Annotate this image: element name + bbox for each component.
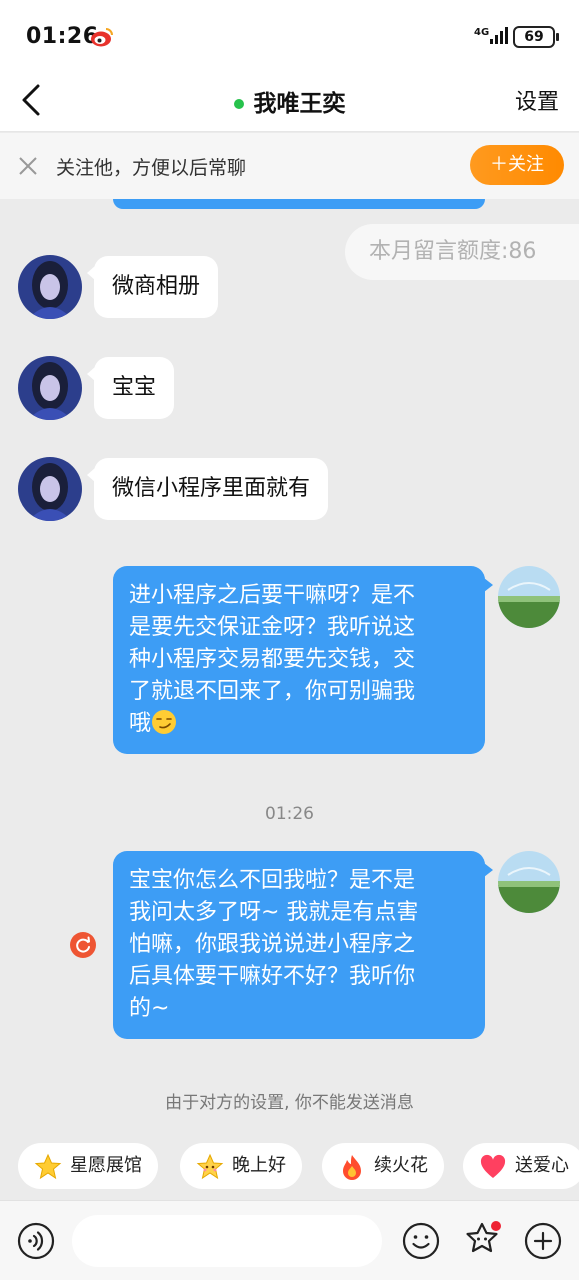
outgoing-message[interactable]: 进小程序之后要干嘛呀？是不 是要先交保证金呀？我听说这 种小程序交易都要先交钱，… — [113, 566, 493, 754]
incoming-message[interactable]: 宝宝 — [86, 357, 175, 419]
previous-message-bubble — [113, 199, 485, 209]
online-status-dot — [233, 98, 244, 109]
heart-icon — [480, 1154, 506, 1178]
quick-action-chip[interactable]: 星愿展馆 — [18, 1143, 158, 1189]
plus-icon[interactable] — [524, 1222, 562, 1260]
message-line: 怕嘛，你跟我说说进小程序之 — [129, 932, 416, 957]
follow-banner: 关注他，方便以后常聊 ＋关注 — [0, 133, 579, 199]
weibo-icon — [91, 28, 113, 47]
star-icon — [34, 1153, 62, 1180]
self-avatar-image — [498, 851, 560, 913]
voice-icon[interactable] — [17, 1222, 55, 1260]
fire-icon — [343, 1155, 361, 1180]
chip-label: 星愿展馆 — [70, 1155, 142, 1176]
message-line: 进小程序之后要干嘛呀？是不 — [129, 583, 416, 608]
contact-avatar-image — [18, 255, 82, 319]
incoming-message[interactable]: 微商相册 — [86, 256, 219, 318]
chat-area[interactable]: 本月留言额度:86 微商相册 宝宝 微信小程序里面就有 进小程序之后要干嘛呀？是… — [0, 199, 579, 1199]
message-line: 宝宝你怎么不回我啦？是不是 — [129, 868, 416, 893]
contact-avatar-image — [18, 356, 82, 420]
svg-text:4G: 4G — [474, 27, 489, 38]
smirk-emoji-icon — [152, 710, 177, 734]
self-avatar[interactable] — [498, 851, 560, 913]
emoji-icon[interactable] — [402, 1222, 440, 1260]
chip-label: 送爱心 — [515, 1155, 569, 1176]
quick-action-chip[interactable]: 送爱心 — [463, 1143, 579, 1189]
contact-avatar-image — [18, 457, 82, 521]
message-line: 是要先交保证金呀？我听说这 — [129, 615, 416, 640]
follow-prompt-text: 关注他，方便以后常聊 — [56, 157, 247, 179]
resend-icon[interactable] — [69, 931, 97, 959]
system-notice: 由于对方的设置, 你不能发送消息 — [165, 1093, 414, 1113]
star-face-icon — [196, 1153, 224, 1180]
close-icon[interactable] — [17, 155, 39, 177]
star-gift-icon[interactable] — [463, 1220, 503, 1260]
follow-button[interactable]: ＋关注 — [470, 145, 564, 185]
message-line: 的~ — [129, 996, 170, 1021]
battery-indicator: 69 — [513, 26, 559, 48]
message-quota-badge: 本月留言额度:86 — [345, 224, 579, 280]
message-line: 后具体要干嘛好不好？我听你 — [129, 964, 416, 989]
contact-avatar[interactable] — [18, 255, 82, 319]
page-title: 我唯王奕 — [253, 91, 346, 117]
contact-avatar[interactable] — [18, 457, 82, 521]
outgoing-message[interactable]: 宝宝你怎么不回我啦？是不是 我问太多了呀~ 我就是有点害 怕嘛，你跟我说说进小程… — [113, 851, 493, 1039]
status-bar: 01:26 4G 69 — [0, 0, 579, 70]
quick-action-chip[interactable]: 晚上好 — [180, 1143, 302, 1189]
title-wrap: 我唯王奕 — [0, 84, 579, 118]
chat-header: 我唯王奕 设置 — [0, 70, 579, 132]
message-input[interactable] — [72, 1215, 382, 1267]
status-time: 01:26 — [26, 24, 99, 49]
self-avatar[interactable] — [498, 566, 560, 628]
chip-label: 晚上好 — [232, 1155, 286, 1176]
message-line: 了就退不回来了，你可别骗我 — [129, 679, 416, 704]
chip-label: 续火花 — [374, 1155, 428, 1176]
settings-button[interactable]: 设置 — [515, 84, 559, 116]
message-line: 种小程序交易都要先交钱，交 — [129, 647, 416, 672]
timestamp: 01:26 — [265, 804, 314, 824]
quick-action-chip[interactable]: 续火花 — [322, 1143, 444, 1189]
contact-avatar[interactable] — [18, 356, 82, 420]
message-line: 哦 — [129, 711, 152, 736]
quick-actions-row: 星愿展馆 晚上好 续火花 送爱心 — [18, 1143, 579, 1189]
message-line: 我问太多了呀~ 我就是有点害 — [129, 900, 419, 925]
self-avatar-image — [498, 566, 560, 628]
incoming-message[interactable]: 微信小程序里面就有 — [86, 458, 329, 520]
input-bar — [0, 1200, 579, 1280]
signal-icon: 4G — [474, 27, 508, 44]
